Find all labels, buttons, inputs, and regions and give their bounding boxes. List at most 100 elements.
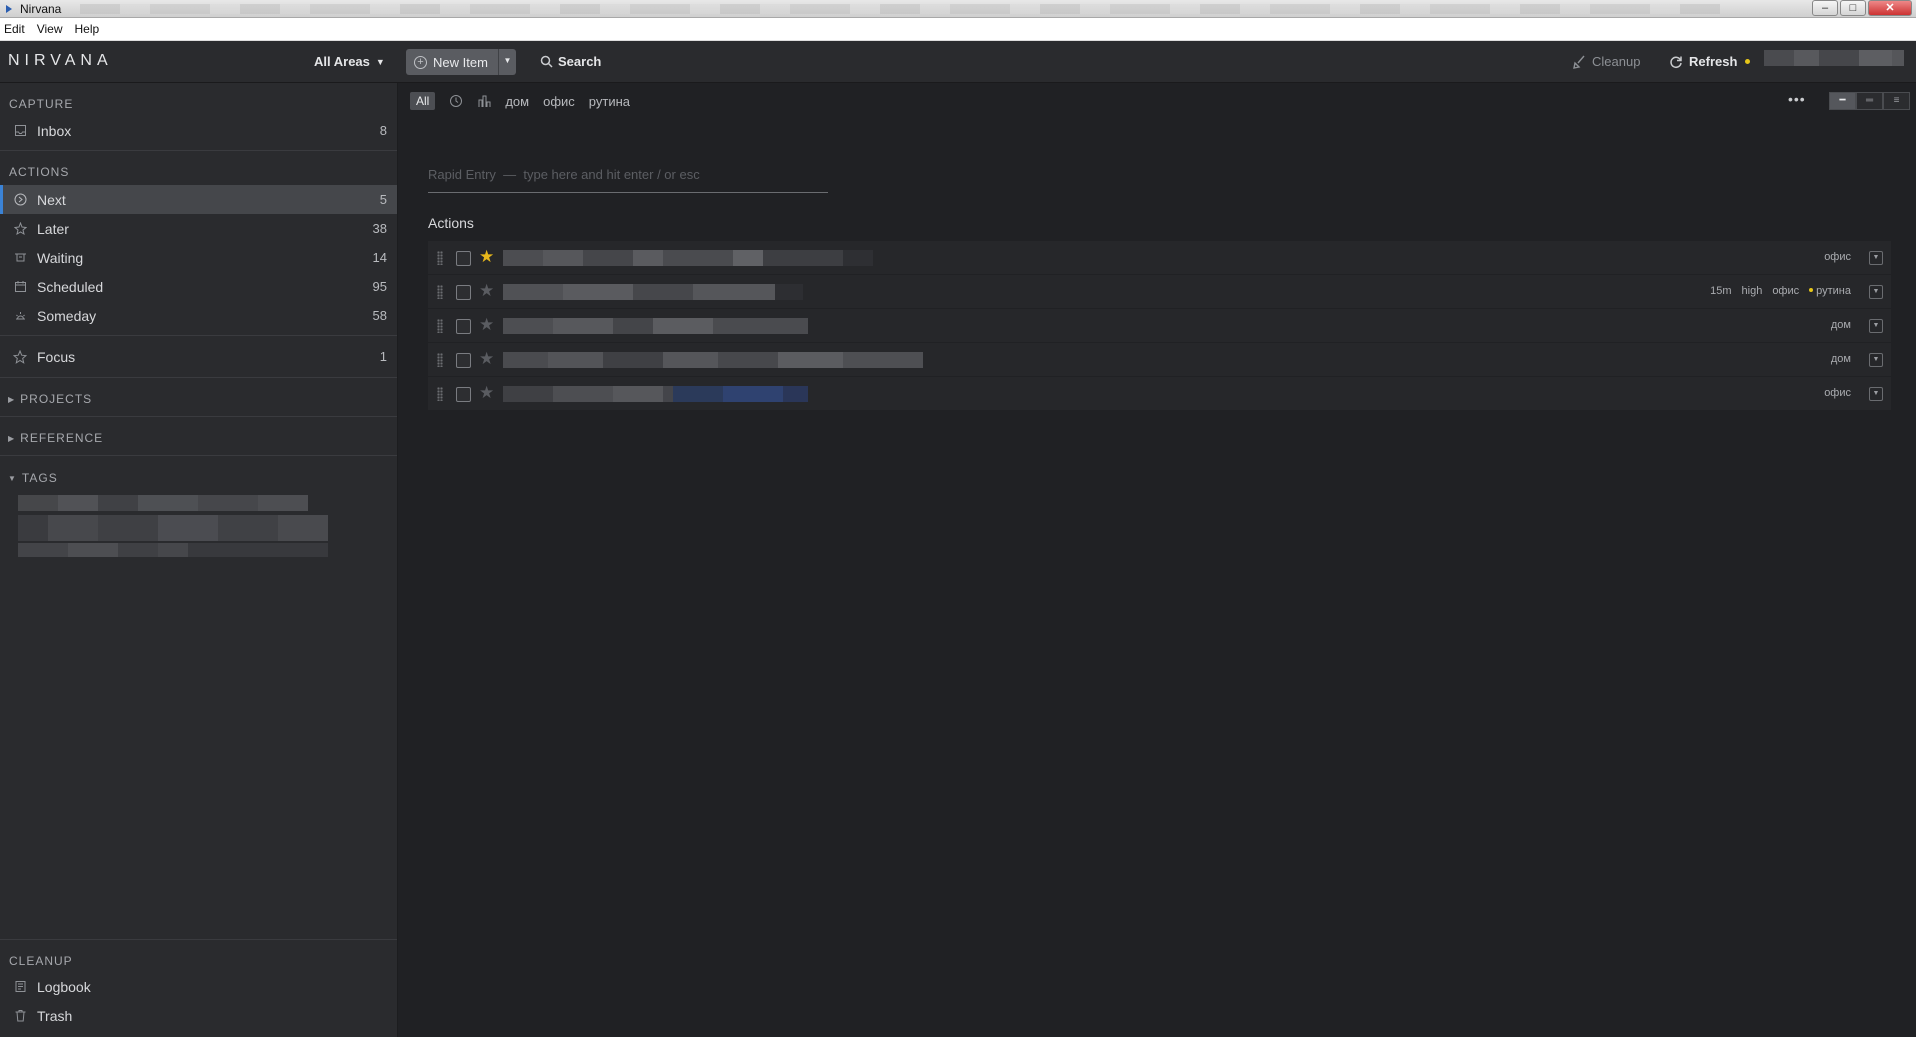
all-areas-label: All Areas [314,54,370,69]
sidebar-item-trash[interactable]: Trash [0,1001,397,1030]
drag-handle-icon[interactable] [437,251,443,265]
view-normal-button[interactable]: ═ [1856,92,1883,110]
drag-handle-icon[interactable] [437,353,443,367]
task-row[interactable]: ★ офис ▼ [428,241,1891,275]
drag-handle-icon[interactable] [437,319,443,333]
star-icon[interactable]: ★ [479,282,494,300]
divider [0,416,397,417]
task-menu-chevron-icon[interactable]: ▼ [1869,285,1883,299]
task-checkbox[interactable] [456,353,471,368]
cleanup-button[interactable]: Cleanup [1572,54,1640,69]
view-compact-button[interactable]: ━ [1829,92,1856,110]
task-tag[interactable]: офис [1824,251,1851,263]
task-time[interactable]: 15m [1710,285,1731,297]
search-label: Search [558,54,602,69]
sidebar: CAPTURE Inbox 8 ACTIONS Next 5 Later 38 … [0,83,398,1037]
divider [0,335,397,336]
reference-section-toggle[interactable]: ▶ REFERENCE [8,431,103,445]
sidebar-item-next[interactable]: Next 5 [0,185,397,214]
task-menu-chevron-icon[interactable]: ▼ [1869,387,1883,401]
task-energy[interactable]: high [1742,285,1763,297]
divider [0,455,397,456]
sidebar-item-label: Later [37,220,69,237]
sidebar-item-scheduled[interactable]: Scheduled 95 [0,272,397,301]
rapid-entry [428,159,828,193]
app-header: NIRVANA All Areas ▼ + New Item ▼ Search C… [0,41,1916,83]
tags-section-toggle[interactable]: ▼ TAGS [8,471,58,485]
task-checkbox[interactable] [456,387,471,402]
task-title-blurred[interactable] [503,284,923,300]
later-icon [13,222,27,236]
task-row[interactable]: ★ 15m high офис рутина ▼ [428,275,1891,309]
clock-filter-icon[interactable] [449,94,463,108]
new-item-dropdown-button[interactable]: ▼ [498,49,516,75]
account-avatar[interactable] [1892,50,1904,66]
sidebar-item-someday[interactable]: Someday 58 [0,301,397,330]
energy-filter-icon[interactable] [477,94,491,108]
task-row[interactable]: ★ дом ▼ [428,343,1891,377]
task-row[interactable]: ★ дом ▼ [428,309,1891,343]
task-menu-chevron-icon[interactable]: ▼ [1869,353,1883,367]
refresh-button[interactable]: Refresh [1669,54,1751,69]
tags-list-blurred[interactable] [18,495,328,559]
filter-all-button[interactable]: All [410,92,436,110]
task-title-blurred[interactable] [503,250,873,266]
task-menu-chevron-icon[interactable]: ▼ [1869,319,1883,333]
sidebar-item-logbook[interactable]: Logbook [0,972,397,1001]
task-checkbox[interactable] [456,319,471,334]
task-tag[interactable]: дом [1831,353,1851,365]
app-logo[interactable]: NIRVANA [8,52,113,70]
sidebar-item-inbox[interactable]: Inbox 8 [0,116,397,145]
filter-tag[interactable]: рутина [589,94,630,109]
search-button[interactable]: Search [540,54,601,69]
view-expanded-button[interactable]: ≡ [1883,92,1910,110]
task-menu-chevron-icon[interactable]: ▼ [1869,251,1883,265]
cleanup-label: Cleanup [1592,54,1641,69]
menu-view[interactable]: View [37,22,63,36]
sidebar-item-label: Focus [37,348,76,365]
sidebar-item-waiting[interactable]: Waiting 14 [0,243,397,272]
maximize-button[interactable]: □ [1840,0,1866,16]
account-menu[interactable] [1764,50,1894,66]
sidebar-item-later[interactable]: Later 38 [0,214,397,243]
task-title-blurred[interactable] [503,352,923,368]
star-icon[interactable]: ★ [479,384,494,402]
projects-section-toggle[interactable]: ▶ PROJECTS [8,392,92,406]
star-icon[interactable]: ★ [479,248,494,266]
filter-tag[interactable]: дом [505,94,529,109]
more-options-icon[interactable]: ••• [1788,91,1806,107]
sidebar-item-count: 38 [372,221,387,236]
sidebar-item-focus[interactable]: Focus 1 [0,342,397,371]
all-areas-dropdown[interactable]: All Areas ▼ [314,54,385,69]
filter-bar: All дом офис рутина [399,83,1916,119]
task-checkbox[interactable] [456,251,471,266]
task-tag[interactable]: офис [1824,387,1851,399]
drag-handle-icon[interactable] [437,285,443,299]
sync-status-dot [1745,59,1751,64]
window-titlebar: Nirvana – □ ✕ [0,0,1916,18]
close-button[interactable]: ✕ [1868,0,1912,16]
actions-section-title: ACTIONS [9,165,70,179]
star-icon[interactable]: ★ [479,350,494,368]
menu-help[interactable]: Help [74,22,99,36]
task-checkbox[interactable] [456,285,471,300]
sidebar-item-label: Inbox [37,122,72,139]
task-title-blurred[interactable] [503,386,808,402]
minimize-button[interactable]: – [1812,0,1838,16]
task-title-blurred[interactable] [503,318,808,334]
tag-dot [1809,288,1814,292]
task-tag[interactable]: дом [1831,319,1851,331]
task-meta: офис [1814,251,1851,263]
drag-handle-icon[interactable] [437,387,443,401]
rapid-entry-input[interactable] [428,159,828,189]
chevron-right-icon: ▶ [8,394,16,404]
menu-edit[interactable]: Edit [4,22,25,36]
task-row[interactable]: ★ офис ▼ [428,377,1891,411]
search-icon [540,55,553,68]
new-item-button[interactable]: + New Item ▼ [406,49,516,75]
task-tag-routine[interactable]: рутина [1809,285,1851,297]
task-tag[interactable]: офис [1772,285,1799,297]
filter-tag[interactable]: офис [543,94,575,109]
sidebar-item-label: Scheduled [37,278,104,295]
star-icon[interactable]: ★ [479,316,494,334]
